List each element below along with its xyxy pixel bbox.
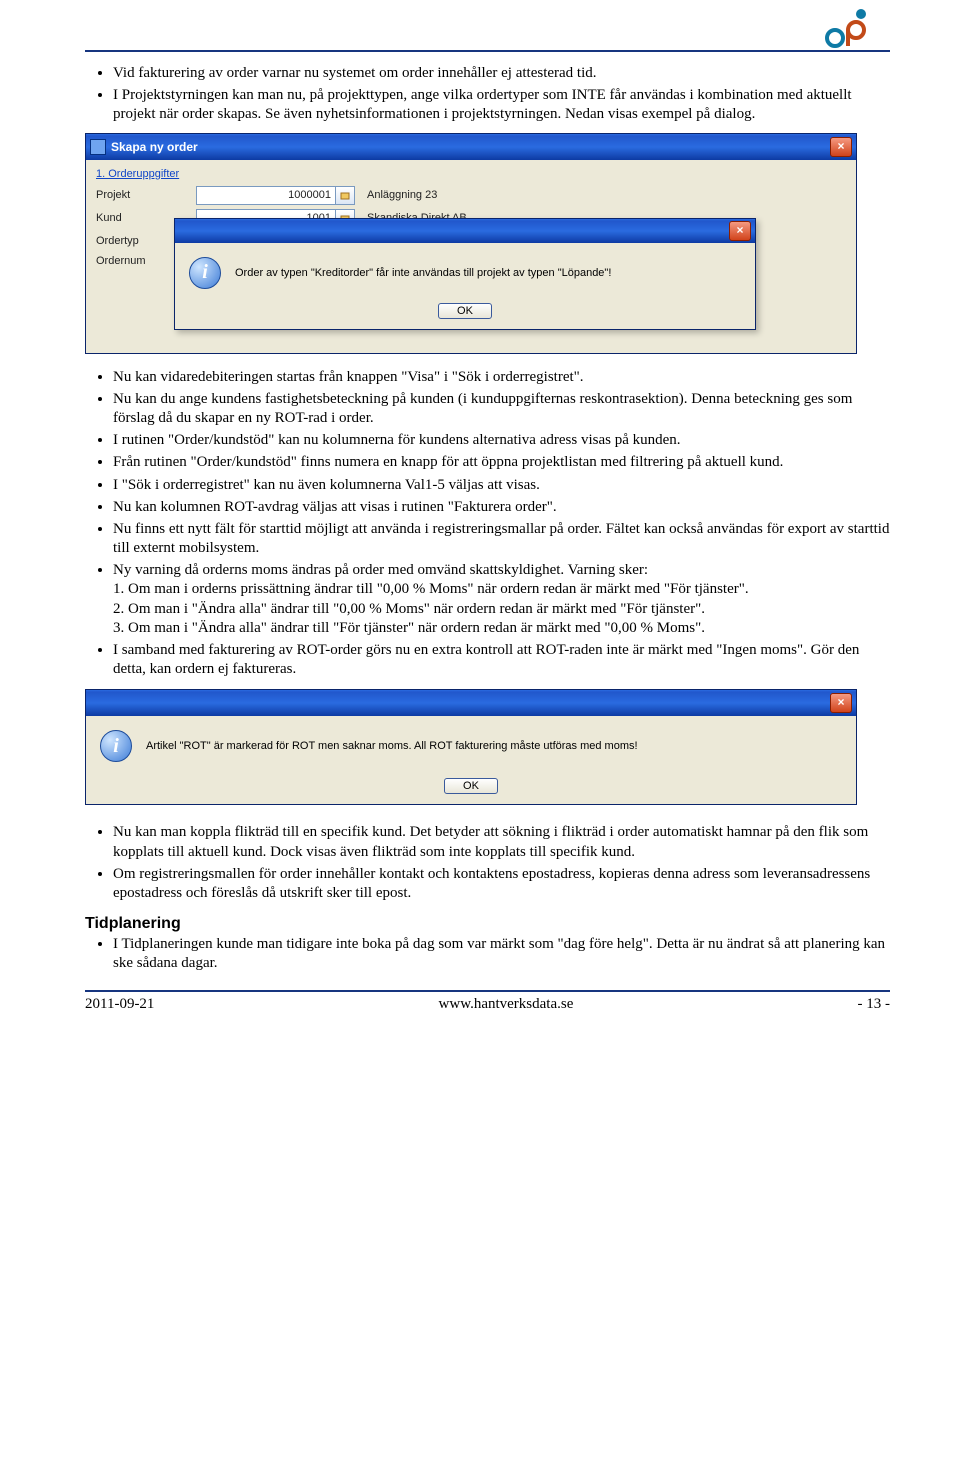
list-text: Nu kan vidaredebiteringen startas från k… (113, 369, 584, 385)
list-text: Ny varning då orderns moms ändras på ord… (113, 562, 749, 636)
list-text: I rutinen "Order/kundstöd" kan nu kolumn… (113, 432, 681, 448)
list-item: Nu kan man koppla flikträd till en speci… (113, 823, 890, 861)
list-item: Vid fakturering av order varnar nu syste… (113, 64, 890, 83)
bottom-bullet-list: Nu kan man koppla flikträd till en speci… (85, 823, 890, 903)
section-heading-tidplanering: Tidplanering (85, 915, 890, 933)
list-text: Nu kan man koppla flikträd till en speci… (113, 824, 868, 859)
mid-bullet-list: Nu kan vidaredebiteringen startas från k… (85, 368, 890, 680)
list-text: Nu kan du ange kundens fastighetsbeteckn… (113, 391, 852, 426)
projekt-input[interactable]: 1000001 (196, 186, 336, 205)
dialog-skapa-ny-order: Skapa ny order × 1. Orderuppgifter Proje… (85, 133, 857, 354)
list-item: Nu kan kolumnen ROT-avdrag väljas att vi… (113, 498, 890, 517)
field-description: Anläggning 23 (367, 189, 437, 201)
dialog-message: Artikel "ROT" är markerad för ROT men sa… (146, 740, 638, 752)
list-text: Om registreringsmallen för order innehål… (113, 866, 870, 901)
close-icon[interactable]: × (729, 221, 751, 241)
list-item: Nu kan vidaredebiteringen startas från k… (113, 368, 890, 387)
header-rule (85, 50, 890, 52)
list-text: Nu finns ett nytt fält för starttid möjl… (113, 521, 889, 556)
tid-bullet-list: I Tidplaneringen kunde man tidigare inte… (85, 935, 890, 973)
list-item: I Tidplaneringen kunde man tidigare inte… (113, 935, 890, 973)
list-text: I samband med fakturering av ROT-order g… (113, 642, 859, 677)
dialog-titlebar: × (86, 690, 856, 716)
dialog-section-heading: 1. Orderuppgifter (96, 168, 846, 180)
page-footer: 2011-09-21 www.hantverksdata.se - 13 - (85, 990, 890, 1013)
list-text: Vid fakturering av order varnar nu syste… (113, 65, 597, 81)
top-bullet-list: Vid fakturering av order varnar nu syste… (85, 64, 890, 125)
list-text: I Projektstyrningen kan man nu, på proje… (113, 87, 852, 122)
ok-button[interactable]: OK (438, 303, 492, 319)
list-item: I "Sök i orderregistret" kan nu även kol… (113, 476, 890, 495)
list-text: Från rutinen "Order/kundstöd" finns nume… (113, 454, 783, 470)
window-icon (90, 139, 106, 155)
list-item: Från rutinen "Order/kundstöd" finns nume… (113, 453, 890, 472)
dialog-title: Skapa ny order (111, 140, 198, 154)
dialog-titlebar: Skapa ny order × (86, 134, 856, 160)
dialog-warning-kreditorder: × i Order av typen "Kreditorder" får int… (174, 218, 756, 330)
list-text: Nu kan kolumnen ROT-avdrag väljas att vi… (113, 499, 557, 515)
header-logo (824, 8, 870, 53)
info-icon: i (189, 257, 221, 289)
list-item: Om registreringsmallen för order innehål… (113, 865, 890, 903)
footer-url: www.hantverksdata.se (439, 996, 574, 1013)
lookup-button[interactable] (336, 186, 355, 205)
info-icon: i (100, 730, 132, 762)
list-item: Nu finns ett nytt fält för starttid möjl… (113, 520, 890, 558)
dialog-warning-rot: × i Artikel "ROT" är markerad för ROT me… (85, 689, 857, 805)
close-icon[interactable]: × (830, 693, 852, 713)
list-item: Ny varning då orderns moms ändras på ord… (113, 561, 890, 638)
folder-icon (340, 190, 350, 200)
close-icon[interactable]: × (830, 137, 852, 157)
list-item: I rutinen "Order/kundstöd" kan nu kolumn… (113, 431, 890, 450)
list-item: I samband med fakturering av ROT-order g… (113, 641, 890, 679)
list-item: Nu kan du ange kundens fastighetsbeteckn… (113, 390, 890, 428)
field-label: Projekt (96, 189, 196, 201)
footer-page: - 13 - (857, 996, 890, 1013)
list-text: I "Sök i orderregistret" kan nu även kol… (113, 477, 540, 493)
footer-date: 2011-09-21 (85, 996, 154, 1013)
form-row-projekt: Projekt 1000001 Anläggning 23 (96, 186, 846, 205)
list-item: I Projektstyrningen kan man nu, på proje… (113, 86, 890, 124)
ok-button[interactable]: OK (444, 778, 498, 794)
dialog-message: Order av typen "Kreditorder" får inte an… (235, 267, 611, 279)
list-text: I Tidplaneringen kunde man tidigare inte… (113, 936, 885, 971)
dialog-titlebar: × (175, 219, 755, 243)
